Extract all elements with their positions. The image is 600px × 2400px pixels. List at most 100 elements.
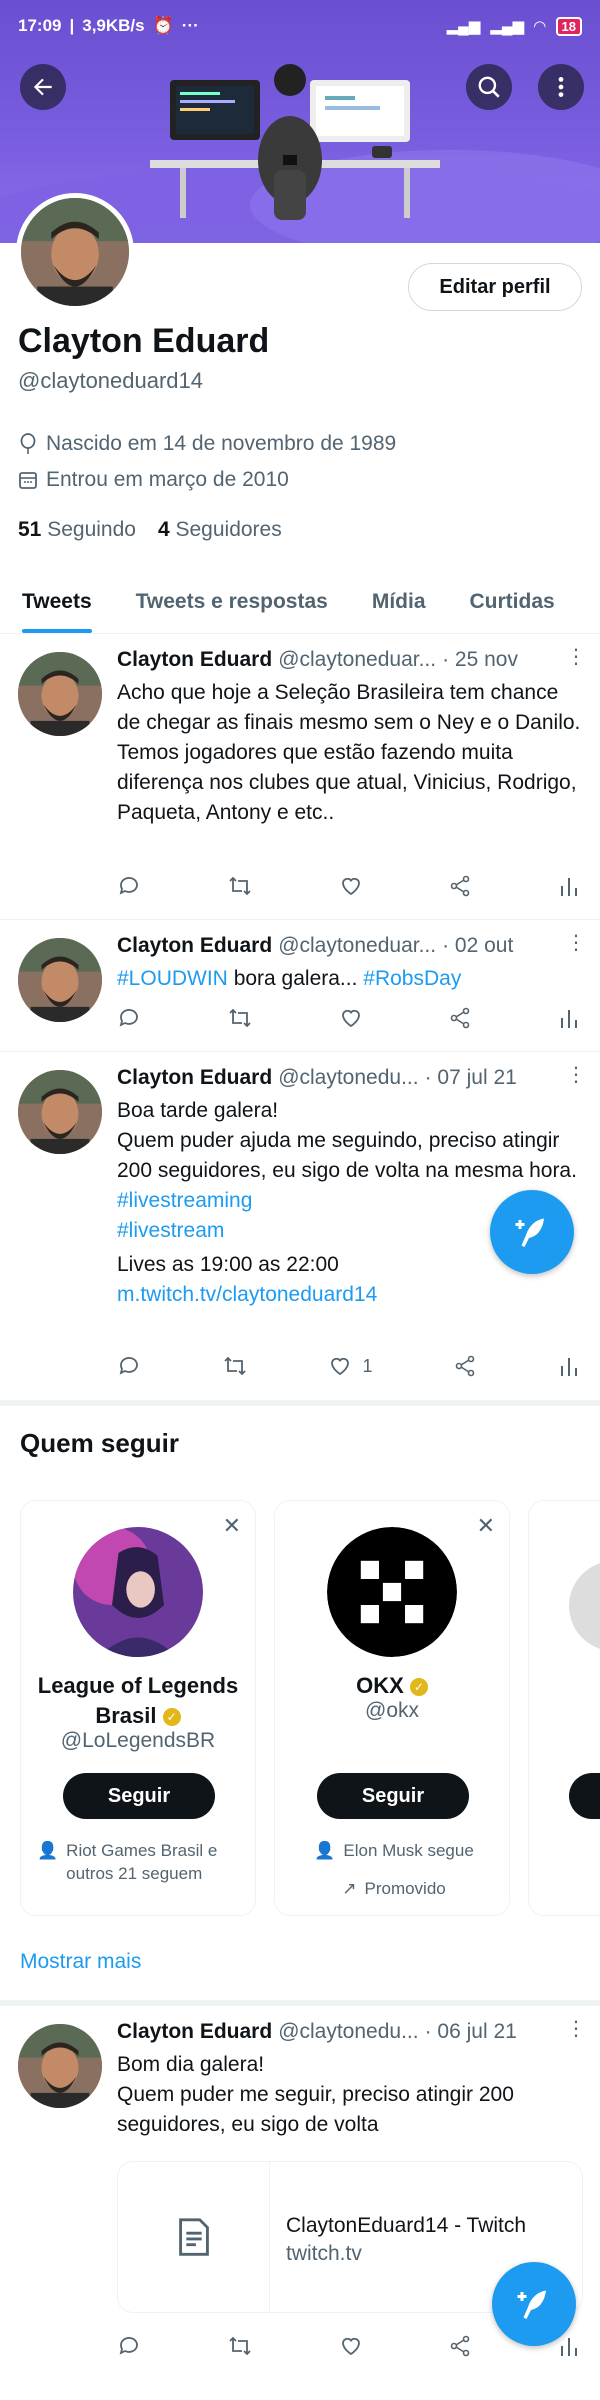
- follow-button[interactable]: Seguir: [317, 1773, 469, 1819]
- hashtag-link[interactable]: #LOUDWIN: [117, 967, 228, 990]
- card-social-context: 👤 Riot Games Brasil e outros 21 seguem: [37, 1841, 218, 1883]
- tweet-avatar[interactable]: [18, 2024, 102, 2108]
- retweet-icon[interactable]: [222, 1354, 248, 1378]
- tweet-date: · 06 jul 21: [424, 2020, 517, 2043]
- person-icon: 👤: [37, 1841, 59, 1860]
- like-button[interactable]: 1: [328, 1354, 372, 1378]
- tab-tweets[interactable]: Tweets: [0, 570, 114, 633]
- tweet-line: Bom dia galera!: [117, 2053, 265, 2076]
- tweet-4[interactable]: Clayton Eduard @claytonedu... · 06 jul 2…: [0, 2006, 600, 2400]
- share-icon[interactable]: [448, 1006, 472, 1030]
- okx-logo-icon: [327, 1527, 457, 1657]
- card-avatar[interactable]: [569, 1561, 600, 1651]
- balloon-icon: [20, 433, 36, 454]
- tweet-more-icon[interactable]: ⋮: [566, 930, 586, 955]
- tweet-more-icon[interactable]: ⋮: [566, 644, 586, 669]
- compose-tweet-button[interactable]: [490, 1190, 574, 1274]
- url-link[interactable]: m.twitch.tv/claytoneduard14: [117, 1280, 586, 1310]
- card-name: League of Legends Brasil ✓: [37, 1673, 239, 1728]
- document-icon: [118, 2162, 270, 2312]
- card-avatar[interactable]: [327, 1527, 457, 1657]
- tab-likes[interactable]: Curtidas: [448, 570, 577, 633]
- edit-profile-button[interactable]: Editar perfil: [408, 263, 582, 311]
- tweet-line: Quem puder ajuda me seguindo, preciso at…: [117, 1129, 577, 1182]
- like-count: 1: [362, 1355, 373, 1376]
- tweet-author-name[interactable]: Clayton Eduard: [117, 2020, 272, 2044]
- like-icon[interactable]: [339, 1006, 363, 1030]
- tweet-text: #LOUDWIN bora galera... #RobsDay: [117, 964, 586, 994]
- following-label: Seguindo: [47, 518, 136, 541]
- profile-tabs: Tweets Tweets e respostas Mídia Curtidas: [0, 570, 600, 634]
- tweet-1[interactable]: Clayton Eduard @claytoneduar... · 25 nov…: [0, 634, 600, 920]
- tweet-author-name[interactable]: Clayton Eduard: [117, 648, 272, 672]
- tweet-author-name[interactable]: Clayton Eduard: [117, 934, 272, 958]
- analytics-icon[interactable]: [558, 2334, 580, 2358]
- card-name: OKX ✓: [285, 1671, 499, 1701]
- link-card-domain: twitch.tv: [286, 2242, 362, 2265]
- card-avatar[interactable]: [73, 1527, 203, 1657]
- feather-plus-icon: [515, 1218, 544, 1247]
- close-icon[interactable]: ✕: [223, 1513, 241, 1539]
- calendar-icon: [19, 472, 37, 489]
- search-icon: [478, 76, 500, 98]
- following-link[interactable]: 51 Seguindo: [18, 518, 136, 542]
- birthday-row: Nascido em 14 de novembro de 1989: [18, 432, 396, 456]
- promoted-label: ↗ Promovido: [342, 1879, 446, 1898]
- tweet-author-handle: @claytonedu...: [278, 1066, 419, 1089]
- profile-page: 17:09 | 3,9KB/s ⏰ ··· ▂▄▆ ▂▄▆ ◠ 18 Edita…: [0, 0, 600, 2400]
- profile-handle: @claytoneduard14: [18, 368, 204, 393]
- more-options-button[interactable]: [538, 64, 584, 110]
- reply-icon[interactable]: [117, 1006, 141, 1030]
- back-button[interactable]: [20, 64, 66, 110]
- retweet-icon[interactable]: [227, 874, 253, 898]
- analytics-icon[interactable]: [558, 874, 580, 898]
- card-handle: @LoLegendsBR: [60, 1729, 216, 1752]
- profile-name: Clayton Eduard: [18, 322, 270, 360]
- compose-tweet-button-2[interactable]: [492, 2262, 576, 2346]
- share-icon[interactable]: [448, 874, 472, 898]
- reply-icon[interactable]: [117, 874, 141, 898]
- follow-button[interactable]: [569, 1773, 600, 1819]
- retweet-icon[interactable]: [227, 1006, 253, 1030]
- like-icon[interactable]: [339, 2334, 363, 2358]
- tweet-date: · 02 out: [442, 934, 514, 957]
- reply-icon[interactable]: [117, 1354, 141, 1378]
- tweet-avatar[interactable]: [18, 1070, 102, 1154]
- like-icon[interactable]: [339, 874, 363, 898]
- hashtag-link[interactable]: #RobsDay: [363, 967, 461, 990]
- tab-media[interactable]: Mídia: [350, 570, 448, 633]
- wifi-icon: ◠: [533, 18, 546, 35]
- followers-link[interactable]: 4 Seguidores: [158, 518, 282, 542]
- tweet-header: Clayton Eduard @claytonedu... · 07 jul 2…: [117, 1066, 586, 1090]
- tweet-more-icon[interactable]: ⋮: [566, 1062, 586, 1087]
- tweet-avatar[interactable]: [18, 652, 102, 736]
- show-more-link[interactable]: Mostrar mais: [20, 1950, 141, 1974]
- follow-stats: 51 Seguindo 4 Seguidores: [18, 518, 282, 542]
- tab-tweets-and-replies[interactable]: Tweets e respostas: [114, 570, 350, 633]
- tweet-line: Quem puder me seguir, preciso atingir 20…: [117, 2083, 514, 2136]
- like-icon: [331, 1357, 350, 1376]
- followers-count: 4: [157, 518, 170, 541]
- tweet-author-name[interactable]: Clayton Eduard: [117, 1066, 272, 1090]
- tweet-actions: 1: [117, 1354, 580, 1378]
- feather-plus-icon: [517, 2290, 546, 2319]
- follow-button[interactable]: Seguir: [63, 1773, 215, 1819]
- reply-icon[interactable]: [117, 2334, 141, 2358]
- search-button[interactable]: [466, 64, 512, 110]
- followers-label: Seguidores: [175, 518, 282, 541]
- follow-card-lol[interactable]: ✕ League of Legends Brasil ✓ @LoLegendsB…: [20, 1500, 256, 1916]
- close-icon[interactable]: ✕: [477, 1513, 495, 1539]
- analytics-icon[interactable]: [558, 1354, 580, 1378]
- share-icon[interactable]: [448, 2334, 472, 2358]
- share-icon[interactable]: [453, 1354, 477, 1378]
- analytics-icon[interactable]: [558, 1006, 580, 1030]
- tweet-more-icon[interactable]: ⋮: [566, 2016, 586, 2041]
- retweet-icon[interactable]: [227, 2334, 253, 2358]
- follow-card-okx[interactable]: ✕ OKX ✓ @okx Seguir 👤 Elon Musk segue ↗ …: [274, 1500, 510, 1916]
- status-speed: 3,9KB/s: [82, 16, 145, 35]
- follow-card-partial[interactable]: [528, 1500, 600, 1916]
- person-photo-icon: [21, 198, 129, 306]
- tweet-avatar[interactable]: [18, 938, 102, 1022]
- tweet-2[interactable]: Clayton Eduard @claytoneduar... · 02 out…: [0, 920, 600, 1052]
- profile-avatar[interactable]: [16, 193, 134, 311]
